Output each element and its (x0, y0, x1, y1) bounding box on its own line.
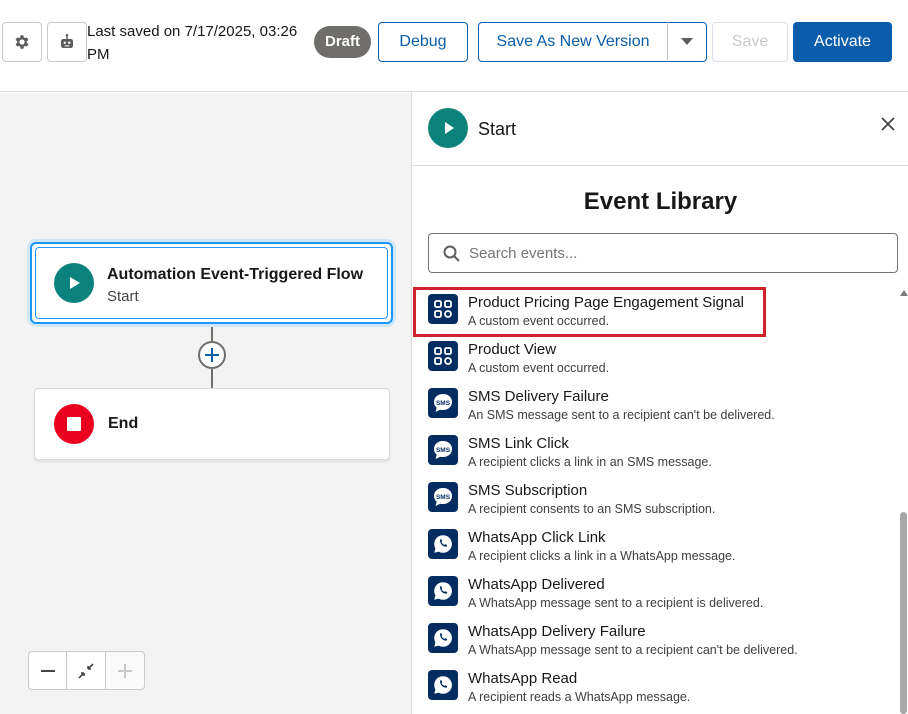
robot-icon (61, 34, 73, 48)
stop-icon (54, 404, 94, 444)
event-item-sms-link-click[interactable]: SMS SMS Link Click A recipient clicks a … (412, 427, 896, 474)
zoom-in-button[interactable] (106, 651, 145, 690)
flow-builder-toolbar: Last saved on 7/17/2025, 03:26 PM Draft … (0, 0, 908, 92)
settings-button[interactable] (2, 22, 42, 62)
event-name: WhatsApp Delivered (468, 576, 605, 593)
debug-button[interactable]: Debug (378, 22, 468, 62)
save-as-new-version-button[interactable]: Save As New Version (478, 22, 668, 62)
event-name: WhatsApp Read (468, 670, 578, 687)
event-description: A recipient clicks a link in a WhatsApp … (468, 549, 736, 563)
start-node-subtitle: Start (107, 288, 139, 305)
event-description: A custom event occurred. (468, 361, 610, 375)
add-element-button[interactable] (198, 341, 226, 369)
event-item-whatsapp-read[interactable]: WhatsApp Read A recipient reads a WhatsA… (412, 662, 896, 709)
event-item-whatsapp-delivered[interactable]: WhatsApp Delivered A WhatsApp message se… (412, 568, 896, 615)
event-description: A recipient clicks a link in an SMS mess… (468, 455, 712, 469)
search-input[interactable] (469, 234, 889, 272)
event-library-title: Event Library (583, 188, 738, 215)
close-panel-button[interactable] (878, 114, 898, 134)
event-description: A WhatsApp message sent to a recipient i… (468, 596, 764, 610)
custom-event-icon (428, 341, 458, 371)
zoom-out-button[interactable] (28, 651, 67, 690)
gear-icon (15, 35, 29, 49)
runtime-button[interactable] (47, 22, 87, 62)
save-options-dropdown[interactable] (667, 22, 707, 62)
end-node[interactable]: End (34, 388, 390, 460)
event-item-whatsapp-delivery-failure[interactable]: WhatsApp Delivery Failure A WhatsApp mes… (412, 615, 896, 662)
event-name: SMS Link Click (468, 435, 569, 452)
event-name: WhatsApp Delivery Failure (468, 623, 646, 640)
svg-text:SMS: SMS (436, 447, 451, 454)
start-node[interactable]: Automation Event-Triggered Flow Start (30, 242, 393, 324)
event-description: An SMS message sent to a recipient can't… (468, 408, 775, 422)
panel-header: Start (412, 92, 908, 166)
event-list-scrollbar[interactable] (898, 286, 908, 714)
plus-icon (205, 348, 219, 362)
plus-icon (118, 663, 132, 678)
whatsapp-icon (428, 529, 458, 559)
event-name: WhatsApp Click Link (468, 529, 606, 546)
event-name: SMS Delivery Failure (468, 388, 609, 405)
svg-text:SMS: SMS (436, 400, 451, 407)
event-item-sms-delivery-failure[interactable]: SMS SMS Delivery Failure An SMS message … (412, 380, 896, 427)
last-saved-text: Last saved on 7/17/2025, 03:26 PM (87, 23, 298, 63)
scroll-thumb[interactable] (900, 512, 907, 714)
fit-view-button[interactable] (67, 651, 106, 690)
collapse-icon (78, 662, 94, 679)
save-button[interactable]: Save (712, 22, 788, 62)
start-node-title: Automation Event-Triggered Flow (107, 266, 364, 283)
event-item-whatsapp-click-link[interactable]: WhatsApp Click Link A recipient clicks a… (412, 521, 896, 568)
selected-event-highlight (413, 287, 766, 337)
chevron-down-icon (681, 38, 693, 45)
end-node-title: End (108, 415, 139, 432)
event-description: A WhatsApp message sent to a recipient c… (468, 643, 798, 657)
event-description: A recipient consents to an SMS subscript… (468, 502, 716, 516)
whatsapp-icon (428, 623, 458, 653)
search-icon (443, 245, 460, 262)
sms-icon: SMS (428, 435, 458, 465)
event-description: A recipient reads a WhatsApp message. (468, 690, 691, 704)
scroll-up-arrow-icon[interactable] (900, 290, 908, 296)
status-badge: Draft (314, 26, 372, 58)
event-name: Product View (468, 341, 557, 358)
connector-line (211, 324, 213, 341)
panel-title: Start (478, 119, 517, 139)
activate-button[interactable]: Activate (793, 22, 892, 62)
play-icon (54, 263, 94, 303)
sms-icon: SMS (428, 388, 458, 418)
whatsapp-icon (428, 670, 458, 700)
play-icon (428, 108, 468, 148)
svg-text:SMS: SMS (436, 494, 451, 501)
sms-icon: SMS (428, 482, 458, 512)
zoom-controls (28, 651, 145, 690)
close-icon (881, 117, 895, 131)
event-search-field[interactable] (428, 233, 898, 273)
connector-line (211, 369, 213, 388)
whatsapp-icon (428, 576, 458, 606)
event-item-sms-subscription[interactable]: SMS SMS Subscription A recipient consent… (412, 474, 896, 521)
start-properties-panel: Start Event Library Product Pricin (411, 92, 908, 714)
minus-icon (40, 669, 55, 672)
event-item-product-view[interactable]: Product View A custom event occurred. (412, 333, 896, 380)
event-name: SMS Subscription (468, 482, 588, 499)
